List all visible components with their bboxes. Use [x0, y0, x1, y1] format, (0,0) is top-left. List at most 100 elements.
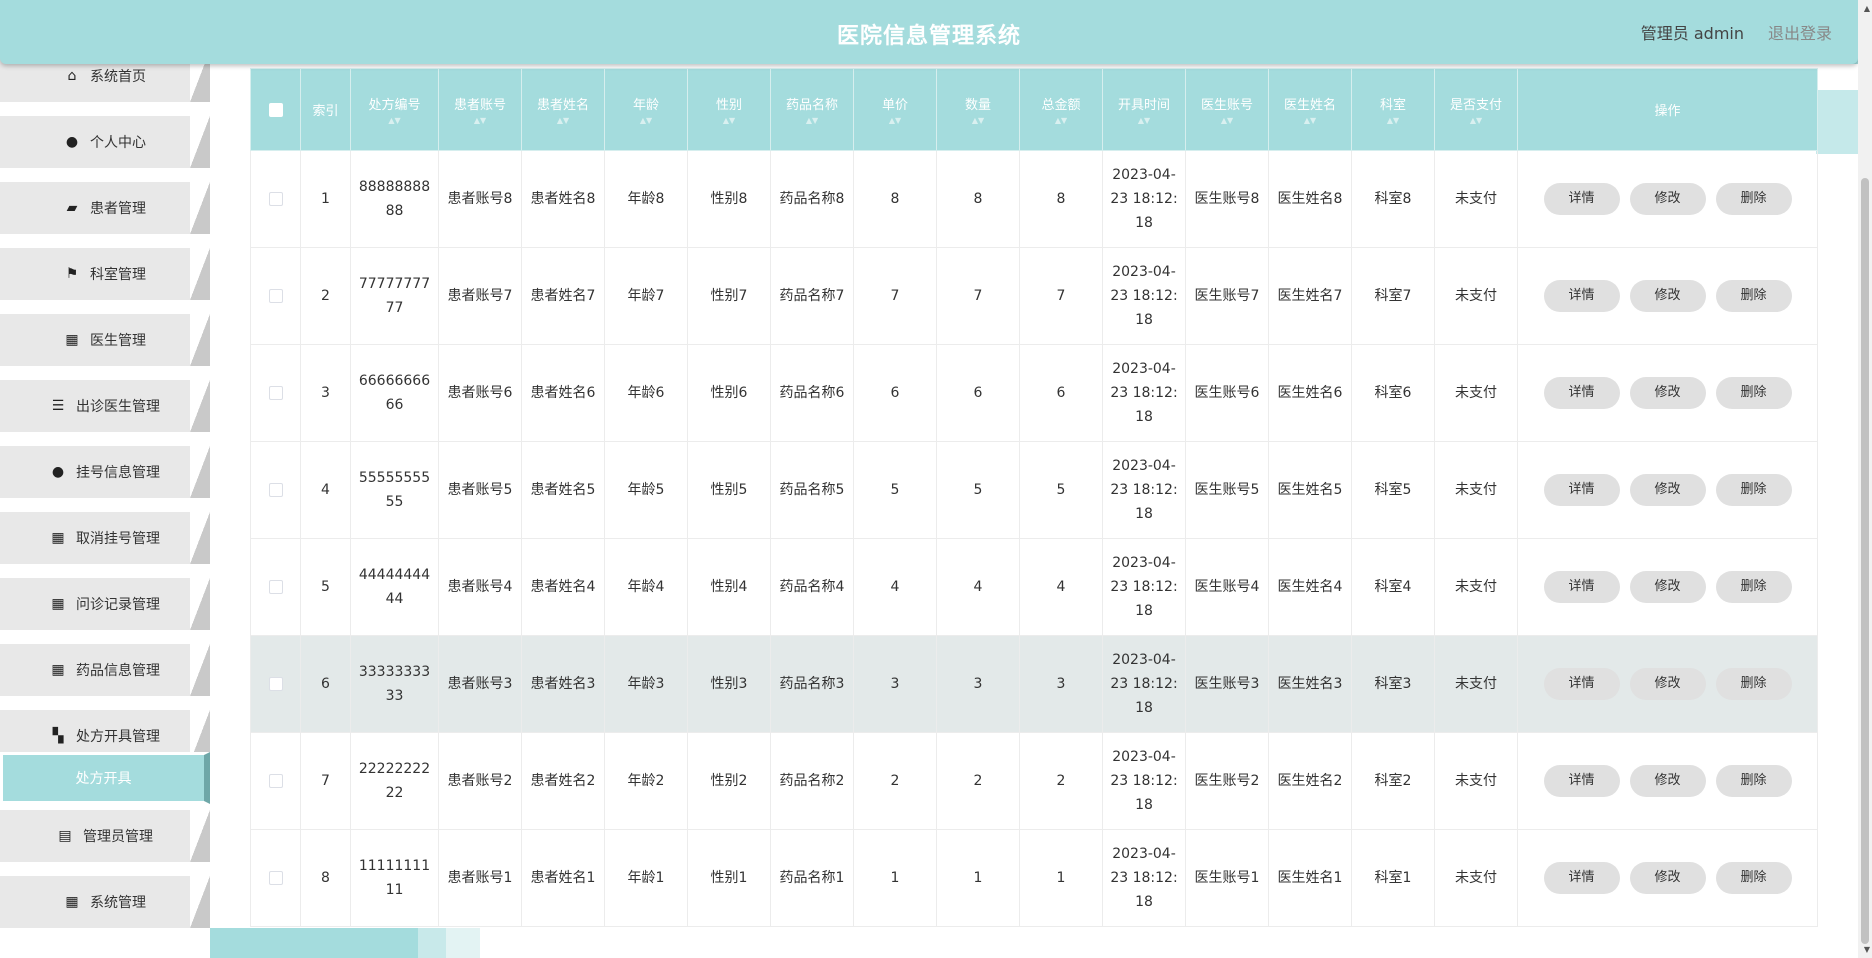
- detail-button[interactable]: 详情: [1543, 862, 1620, 894]
- sidebar-item-3[interactable]: ⚑ 科室管理: [0, 248, 210, 300]
- column-header[interactable]: 患者姓名 ▲▼: [521, 68, 605, 151]
- row-actions-cell: 详情 修改 删除: [1517, 732, 1818, 830]
- sort-arrows-icon[interactable]: ▲▼: [351, 117, 438, 125]
- table-row[interactable]: 3 6666666666 患者账号6 患者姓名6 年龄6 性别6 药品名称6 6 6 6 2023-…: [250, 344, 1818, 442]
- edit-button[interactable]: 修改: [1629, 474, 1706, 506]
- table-row[interactable]: 1 8888888888 患者账号8 患者姓名8 年龄8 性别8 药品名称8 8 8 8 2023-…: [250, 150, 1818, 248]
- sort-arrows-icon[interactable]: ▲▼: [854, 117, 936, 125]
- table-cell: 年龄7: [604, 247, 688, 345]
- sort-arrows-icon[interactable]: ▲▼: [688, 117, 770, 125]
- sidebar-item-6[interactable]: ● 挂号信息管理: [0, 446, 210, 498]
- sidebar-item-5[interactable]: ☰ 出诊医生管理: [0, 380, 210, 432]
- delete-button[interactable]: 删除: [1715, 280, 1792, 312]
- sort-arrows-icon[interactable]: ▲▼: [1435, 117, 1517, 125]
- column-header[interactable]: 科室 ▲▼: [1351, 68, 1435, 151]
- sort-arrows-icon[interactable]: ▲▼: [522, 117, 604, 125]
- sidebar-item-8[interactable]: ▦ 问诊记录管理: [0, 578, 210, 630]
- table-cell: 患者账号4: [438, 538, 522, 636]
- sidebar-item-13[interactable]: ▦ 系统管理: [0, 876, 210, 928]
- detail-button[interactable]: 详情: [1543, 377, 1620, 409]
- column-header[interactable]: 年龄 ▲▼: [604, 68, 688, 151]
- edit-button[interactable]: 修改: [1629, 377, 1706, 409]
- column-header[interactable]: 性别 ▲▼: [687, 68, 771, 151]
- sidebar-item-1[interactable]: ● 个人中心: [0, 116, 210, 168]
- delete-button[interactable]: 删除: [1715, 183, 1792, 215]
- sort-arrows-icon[interactable]: ▲▼: [439, 117, 521, 125]
- sort-arrows-icon[interactable]: ▲▼: [1186, 117, 1268, 125]
- sidebar-item-2[interactable]: ▰ 患者管理: [0, 182, 210, 234]
- sidebar-item-7[interactable]: ▦ 取消挂号管理: [0, 512, 210, 564]
- edit-button[interactable]: 修改: [1629, 183, 1706, 215]
- column-header[interactable]: 医生姓名 ▲▼: [1268, 68, 1352, 151]
- footer-band: [210, 928, 418, 958]
- flag-icon: ⚑: [65, 266, 79, 282]
- sort-arrows-icon[interactable]: ▲▼: [1020, 117, 1102, 125]
- row-checkbox[interactable]: [268, 192, 283, 206]
- table-row[interactable]: 2 7777777777 患者账号7 患者姓名7 年龄7 性别7 药品名称7 7 7 7 2023-…: [250, 247, 1818, 345]
- table-cell: 性别8: [687, 150, 771, 248]
- row-checkbox[interactable]: [268, 289, 283, 303]
- sort-arrows-icon[interactable]: ▲▼: [937, 117, 1019, 125]
- detail-button[interactable]: 详情: [1543, 571, 1620, 603]
- sort-arrows-icon[interactable]: ▲▼: [1352, 117, 1434, 125]
- sort-arrows-icon[interactable]: ▲▼: [771, 117, 853, 125]
- row-select-cell: [250, 150, 301, 248]
- edit-button[interactable]: 修改: [1629, 668, 1706, 700]
- edit-button[interactable]: 修改: [1629, 571, 1706, 603]
- column-header[interactable]: 药品名称 ▲▼: [770, 68, 854, 151]
- table-row[interactable]: 6 3333333333 患者账号3 患者姓名3 年龄3 性别3 药品名称3 3 3 3 2023-…: [250, 635, 1818, 733]
- column-header[interactable]: 总金额 ▲▼: [1019, 68, 1103, 151]
- delete-button[interactable]: 删除: [1715, 474, 1792, 506]
- table-row[interactable]: 7 2222222222 患者账号2 患者姓名2 年龄2 性别2 药品名称2 2 2 2 2023-…: [250, 732, 1818, 830]
- edit-button[interactable]: 修改: [1629, 862, 1706, 894]
- delete-button[interactable]: 删除: [1715, 862, 1792, 894]
- scroll-up-arrow-icon[interactable]: ▲: [1864, 4, 1870, 13]
- menu-item-bevel: [190, 380, 210, 432]
- edit-button[interactable]: 修改: [1629, 765, 1706, 797]
- page-scrollbar[interactable]: ▲ ▼: [1858, 0, 1872, 958]
- delete-button[interactable]: 删除: [1715, 571, 1792, 603]
- row-checkbox[interactable]: [268, 580, 283, 594]
- edit-button[interactable]: 修改: [1629, 280, 1706, 312]
- scrollbar-thumb[interactable]: [1861, 178, 1869, 944]
- detail-button[interactable]: 详情: [1543, 183, 1620, 215]
- detail-button[interactable]: 详情: [1543, 765, 1620, 797]
- column-header[interactable]: 索引: [300, 68, 351, 151]
- table-cell: 患者姓名2: [521, 732, 605, 830]
- detail-button[interactable]: 详情: [1543, 668, 1620, 700]
- row-checkbox[interactable]: [268, 871, 283, 885]
- table-row[interactable]: 4 5555555555 患者账号5 患者姓名5 年龄5 性别5 药品名称5 5 5 5 2023-…: [250, 441, 1818, 539]
- delete-button[interactable]: 删除: [1715, 668, 1792, 700]
- table-cell: 4444444444: [350, 538, 439, 636]
- detail-button[interactable]: 详情: [1543, 474, 1620, 506]
- sort-arrows-icon[interactable]: ▲▼: [1103, 117, 1185, 125]
- column-header[interactable]: 开具时间 ▲▼: [1102, 68, 1186, 151]
- sidebar-item-11[interactable]: 处方开具: [0, 752, 210, 804]
- sidebar-item-9[interactable]: ▦ 药品信息管理: [0, 644, 210, 696]
- delete-button[interactable]: 删除: [1715, 377, 1792, 409]
- row-checkbox[interactable]: [268, 483, 283, 497]
- column-header[interactable]: 医生账号 ▲▼: [1185, 68, 1269, 151]
- table-row[interactable]: 5 4444444444 患者账号4 患者姓名4 年龄4 性别4 药品名称4 4 4 4 2023-…: [250, 538, 1818, 636]
- row-actions-cell: 详情 修改 删除: [1517, 150, 1818, 248]
- column-header[interactable]: 是否支付 ▲▼: [1434, 68, 1518, 151]
- sort-arrows-icon[interactable]: ▲▼: [1269, 117, 1351, 125]
- logout-link[interactable]: 退出登录: [1768, 20, 1832, 44]
- detail-button[interactable]: 详情: [1543, 280, 1620, 312]
- column-header[interactable]: 单价 ▲▼: [853, 68, 937, 151]
- sidebar-item-12[interactable]: ▤ 管理员管理: [0, 810, 210, 862]
- row-checkbox[interactable]: [268, 677, 283, 691]
- sidebar-item-label: 药品信息管理: [76, 663, 160, 679]
- row-checkbox[interactable]: [268, 386, 283, 400]
- select-all-checkbox[interactable]: [268, 102, 283, 117]
- column-header[interactable]: 患者账号 ▲▼: [438, 68, 522, 151]
- column-header[interactable]: 操作: [1517, 68, 1818, 151]
- sidebar-item-4[interactable]: ▦ 医生管理: [0, 314, 210, 366]
- delete-button[interactable]: 删除: [1715, 765, 1792, 797]
- scroll-down-arrow-icon[interactable]: ▼: [1864, 945, 1870, 954]
- sort-arrows-icon[interactable]: ▲▼: [605, 117, 687, 125]
- row-checkbox[interactable]: [268, 774, 283, 788]
- column-header[interactable]: 处方编号 ▲▼: [350, 68, 439, 151]
- table-row[interactable]: 8 1111111111 患者账号1 患者姓名1 年龄1 性别1 药品名称1 1 1 1 2023-…: [250, 829, 1818, 927]
- column-header[interactable]: 数量 ▲▼: [936, 68, 1020, 151]
